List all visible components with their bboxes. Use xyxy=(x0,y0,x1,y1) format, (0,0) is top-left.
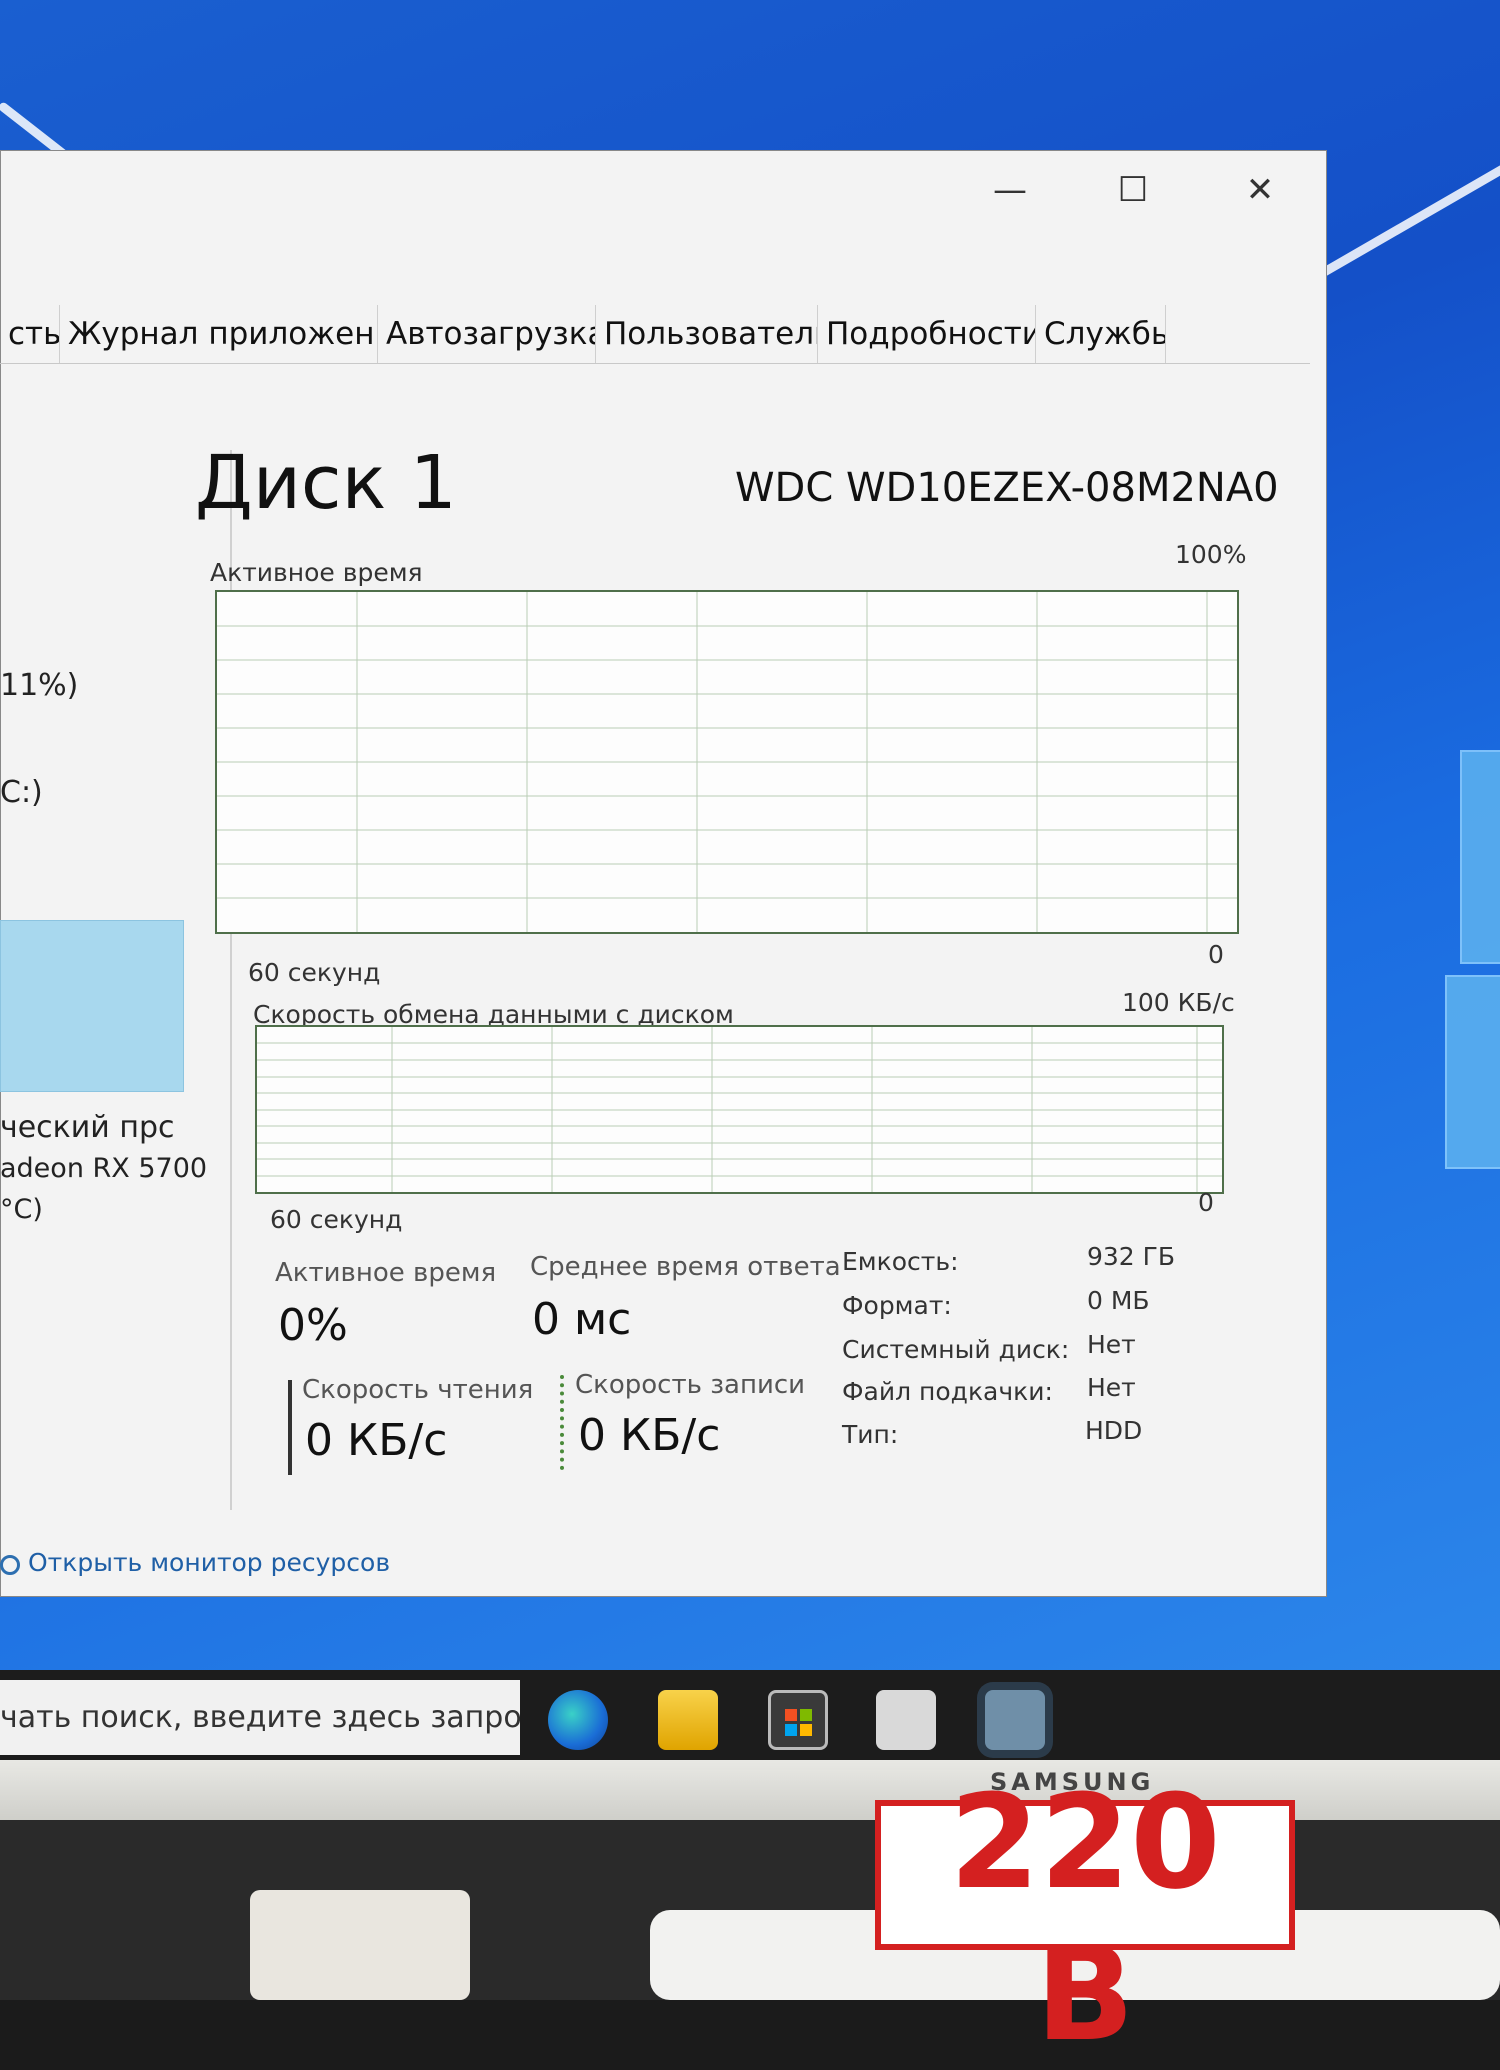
active-time-graph-min: 0 xyxy=(1208,940,1224,969)
pagefile-value: Нет xyxy=(1087,1373,1136,1402)
resource-monitor-icon[interactable] xyxy=(0,1555,20,1575)
task-manager-icon[interactable] xyxy=(985,1690,1045,1750)
read-speed-label: Скорость чтения xyxy=(302,1375,534,1405)
tab-performance[interactable]: сть xyxy=(0,305,60,363)
transfer-rate-grid xyxy=(257,1027,1222,1192)
resource-monitor-link[interactable]: Открыть монитор ресурсов xyxy=(28,1548,390,1577)
minimize-button[interactable]: — xyxy=(990,170,1030,210)
active-time-graph xyxy=(215,590,1239,934)
transfer-rate-graph xyxy=(255,1025,1224,1194)
close-button[interactable]: ✕ xyxy=(1240,170,1280,210)
tab-app-history[interactable]: Журнал приложений xyxy=(60,305,378,363)
sidebar-item-gpu-label[interactable]: ческий прс xyxy=(0,1110,174,1145)
response-time-stat-value: 0 мс xyxy=(532,1294,632,1345)
file-explorer-icon[interactable] xyxy=(658,1690,718,1750)
active-time-graph-label: Активное время xyxy=(210,558,423,587)
format-label: Формат: xyxy=(842,1291,952,1320)
transfer-graph-duration: 60 секунд xyxy=(270,1205,403,1234)
sidebar-item-disk-c[interactable]: C:) xyxy=(0,775,43,810)
response-time-stat-label: Среднее время ответа xyxy=(530,1252,841,1282)
active-time-stat-label: Активное время xyxy=(275,1258,497,1288)
sidebar-item-disk-selected[interactable] xyxy=(0,920,184,1092)
voltage-sign: 220 В xyxy=(875,1766,1295,2070)
sidebar-item-gpu-model: adeon RX 5700 xyxy=(0,1153,208,1184)
active-time-grid xyxy=(217,592,1237,932)
tab-bar: сть Журнал приложений Автозагрузка Польз… xyxy=(0,305,1310,364)
tab-details[interactable]: Подробности xyxy=(818,305,1036,363)
wall-socket xyxy=(250,1890,470,2000)
disk-model: WDC WD10EZEX-08M2NA0 xyxy=(735,465,1279,511)
active-time-graph-duration: 60 секунд xyxy=(248,958,381,987)
system-disk-label: Системный диск: xyxy=(842,1335,1070,1364)
read-speed-value: 0 КБ/с xyxy=(305,1415,448,1466)
capacity-value: 932 ГБ xyxy=(1087,1242,1176,1271)
sidebar-item-gpu-temp: °C) xyxy=(0,1194,43,1225)
page-title: Диск 1 xyxy=(195,440,457,526)
store-icon[interactable] xyxy=(768,1690,828,1750)
wallpaper-beam xyxy=(1317,140,1500,279)
format-value: 0 МБ xyxy=(1087,1286,1150,1315)
active-time-stat-value: 0% xyxy=(278,1300,348,1351)
taskbar-search-input[interactable]: чать поиск, введите здесь запрос xyxy=(0,1680,520,1755)
wallpaper-logo-tile xyxy=(1445,975,1500,1169)
transfer-graph-min: 0 xyxy=(1198,1188,1214,1217)
voltage-sign-text: 220 В xyxy=(949,1766,1221,2070)
type-value: HDD xyxy=(1085,1416,1143,1445)
maximize-button[interactable]: ☐ xyxy=(1113,170,1153,210)
wallpaper-logo-tile xyxy=(1460,750,1500,964)
system-disk-value: Нет xyxy=(1087,1330,1136,1359)
tab-startup[interactable]: Автозагрузка xyxy=(378,305,596,363)
mail-icon[interactable] xyxy=(876,1690,936,1750)
active-time-graph-max: 100% xyxy=(1175,540,1247,569)
tab-users[interactable]: Пользователи xyxy=(596,305,818,363)
pagefile-label: Файл подкачки: xyxy=(842,1377,1053,1406)
read-speed-divider xyxy=(288,1380,292,1475)
edge-icon[interactable] xyxy=(548,1690,608,1750)
write-speed-divider xyxy=(560,1375,564,1470)
tab-services[interactable]: Службы xyxy=(1036,305,1166,363)
type-label: Тип: xyxy=(842,1420,899,1449)
write-speed-value: 0 КБ/с xyxy=(578,1410,721,1461)
transfer-graph-max: 100 КБ/с xyxy=(1122,988,1235,1017)
capacity-label: Емкость: xyxy=(842,1247,959,1276)
sidebar-item-memory[interactable]: 11%) xyxy=(0,668,78,703)
write-speed-label: Скорость записи xyxy=(575,1370,806,1400)
